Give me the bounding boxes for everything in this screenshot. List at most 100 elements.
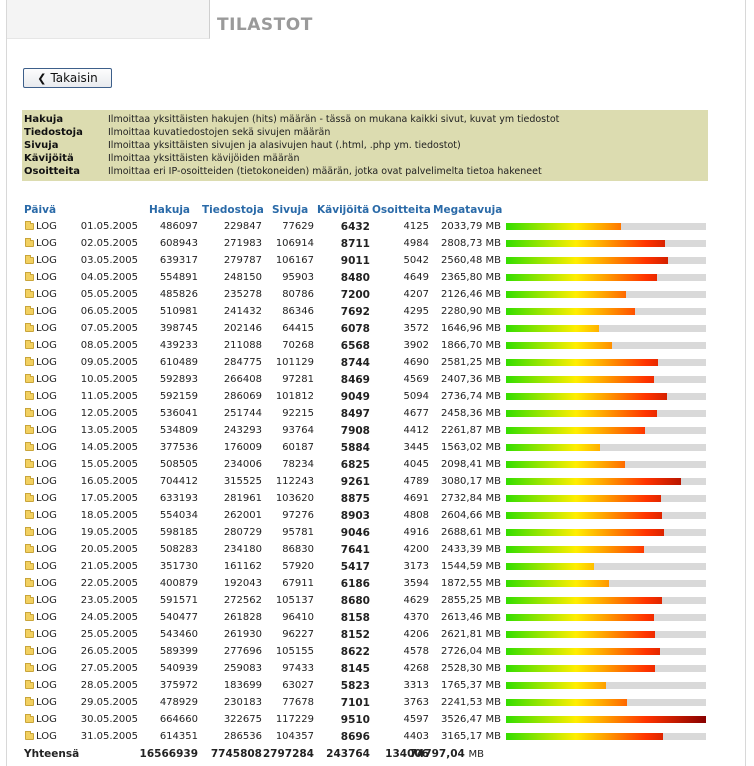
cell-megabytes: 2126,46 MB [440, 289, 501, 300]
table-row: LOG 23.05.2005 591571 272562 105137 8680 4629 2… [0, 593, 754, 610]
folder-icon[interactable] [25, 425, 34, 434]
table-row: LOG 13.05.2005 534809 243293 93764 7908 4412 22… [0, 423, 754, 440]
log-link[interactable]: LOG [36, 357, 57, 368]
folder-icon[interactable] [25, 714, 34, 723]
folder-icon[interactable] [25, 595, 34, 604]
cell-hits: 485826 [159, 289, 198, 300]
log-link[interactable]: LOG [36, 289, 57, 300]
log-link[interactable]: LOG [36, 646, 57, 657]
log-link[interactable]: LOG [36, 561, 57, 572]
folder-icon[interactable] [25, 340, 34, 349]
folder-icon[interactable] [25, 561, 34, 570]
log-link[interactable]: LOG [36, 680, 57, 691]
log-link[interactable]: LOG [36, 306, 57, 317]
log-link[interactable]: LOG [36, 544, 57, 555]
log-link[interactable]: LOG [36, 697, 57, 708]
folder-icon[interactable] [25, 646, 34, 655]
cell-visitors: 8696 [340, 731, 370, 743]
cell-addresses: 4206 [403, 629, 429, 640]
folder-icon[interactable] [25, 221, 34, 230]
cell-addresses: 4125 [403, 221, 429, 232]
log-link[interactable]: LOG [36, 323, 57, 334]
folder-icon[interactable] [25, 578, 34, 587]
log-link[interactable]: LOG [36, 731, 57, 742]
folder-icon[interactable] [25, 544, 34, 553]
usage-bar-track [506, 291, 706, 298]
cell-addresses: 4370 [403, 612, 429, 623]
table-row: LOG 29.05.2005 478929 230183 77678 7101 3763 22… [0, 695, 754, 712]
log-link[interactable]: LOG [36, 238, 57, 249]
log-link[interactable]: LOG [36, 578, 57, 589]
log-link[interactable]: LOG [36, 374, 57, 385]
log-link[interactable]: LOG [36, 459, 57, 470]
folder-icon[interactable] [25, 374, 34, 383]
folder-icon[interactable] [25, 612, 34, 621]
usage-bar-track [506, 716, 706, 723]
log-link[interactable]: LOG [36, 391, 57, 402]
folder-icon[interactable] [25, 272, 34, 281]
folder-icon[interactable] [25, 476, 34, 485]
cell-addresses: 4690 [403, 357, 429, 368]
folder-icon[interactable] [25, 459, 34, 468]
folder-icon[interactable] [25, 255, 34, 264]
log-link[interactable]: LOG [36, 595, 57, 606]
log-link[interactable]: LOG [36, 510, 57, 521]
cell-visitors: 8152 [340, 629, 370, 641]
folder-icon[interactable] [25, 238, 34, 247]
cell-pages: 105155 [275, 646, 314, 657]
totals-row: Yhteensä 16566939 7745808 2797284 243764… [0, 746, 754, 762]
log-link[interactable]: LOG [36, 425, 57, 436]
folder-icon[interactable] [25, 731, 34, 740]
log-link[interactable]: LOG [36, 714, 57, 725]
log-link[interactable]: LOG [36, 476, 57, 487]
back-button[interactable]: ❮ Takaisin [23, 68, 112, 88]
cell-files: 284775 [223, 357, 262, 368]
folder-icon[interactable] [25, 527, 34, 536]
folder-icon[interactable] [25, 697, 34, 706]
log-link[interactable]: LOG [36, 340, 57, 351]
cell-addresses: 3572 [403, 323, 429, 334]
log-link[interactable]: LOG [36, 527, 57, 538]
cell-files: 280729 [223, 527, 262, 538]
log-link[interactable]: LOG [36, 255, 57, 266]
cell-hits: 592893 [159, 374, 198, 385]
log-link[interactable]: LOG [36, 663, 57, 674]
folder-icon[interactable] [25, 663, 34, 672]
folder-icon[interactable] [25, 289, 34, 298]
cell-megabytes: 2458,36 MB [440, 408, 501, 419]
log-link[interactable]: LOG [36, 493, 57, 504]
cell-date: 21.05.2005 [80, 561, 138, 572]
totals-megabytes: 74797,04 MB [410, 748, 484, 760]
log-link[interactable]: LOG [36, 272, 57, 283]
usage-bar-track [506, 512, 706, 519]
cell-visitors: 7641 [340, 544, 370, 556]
cell-addresses: 4578 [403, 646, 429, 657]
folder-icon[interactable] [25, 357, 34, 366]
log-link[interactable]: LOG [36, 408, 57, 419]
folder-icon[interactable] [25, 493, 34, 502]
cell-date: 24.05.2005 [80, 612, 138, 623]
folder-icon[interactable] [25, 408, 34, 417]
folder-icon[interactable] [25, 680, 34, 689]
cell-pages: 95903 [282, 272, 314, 283]
log-link[interactable]: LOG [36, 221, 57, 232]
folder-icon[interactable] [25, 510, 34, 519]
cell-pages: 78234 [282, 459, 314, 470]
usage-bar-track [506, 478, 706, 485]
folder-icon[interactable] [25, 442, 34, 451]
cell-files: 176009 [223, 442, 262, 453]
cell-megabytes: 3080,17 MB [440, 476, 501, 487]
folder-icon[interactable] [25, 323, 34, 332]
log-link[interactable]: LOG [36, 629, 57, 640]
cell-megabytes: 2261,87 MB [440, 425, 501, 436]
cell-visitors: 8469 [340, 374, 370, 386]
folder-icon[interactable] [25, 629, 34, 638]
usage-bar-fill [506, 393, 667, 400]
folder-icon[interactable] [25, 391, 34, 400]
usage-bar-track [506, 597, 706, 604]
legend-box: Hakuja Ilmoittaa yksittäisten hakujen (hi… [22, 110, 708, 181]
log-link[interactable]: LOG [36, 442, 57, 453]
folder-icon[interactable] [25, 306, 34, 315]
cell-pages: 86830 [282, 544, 314, 555]
log-link[interactable]: LOG [36, 612, 57, 623]
